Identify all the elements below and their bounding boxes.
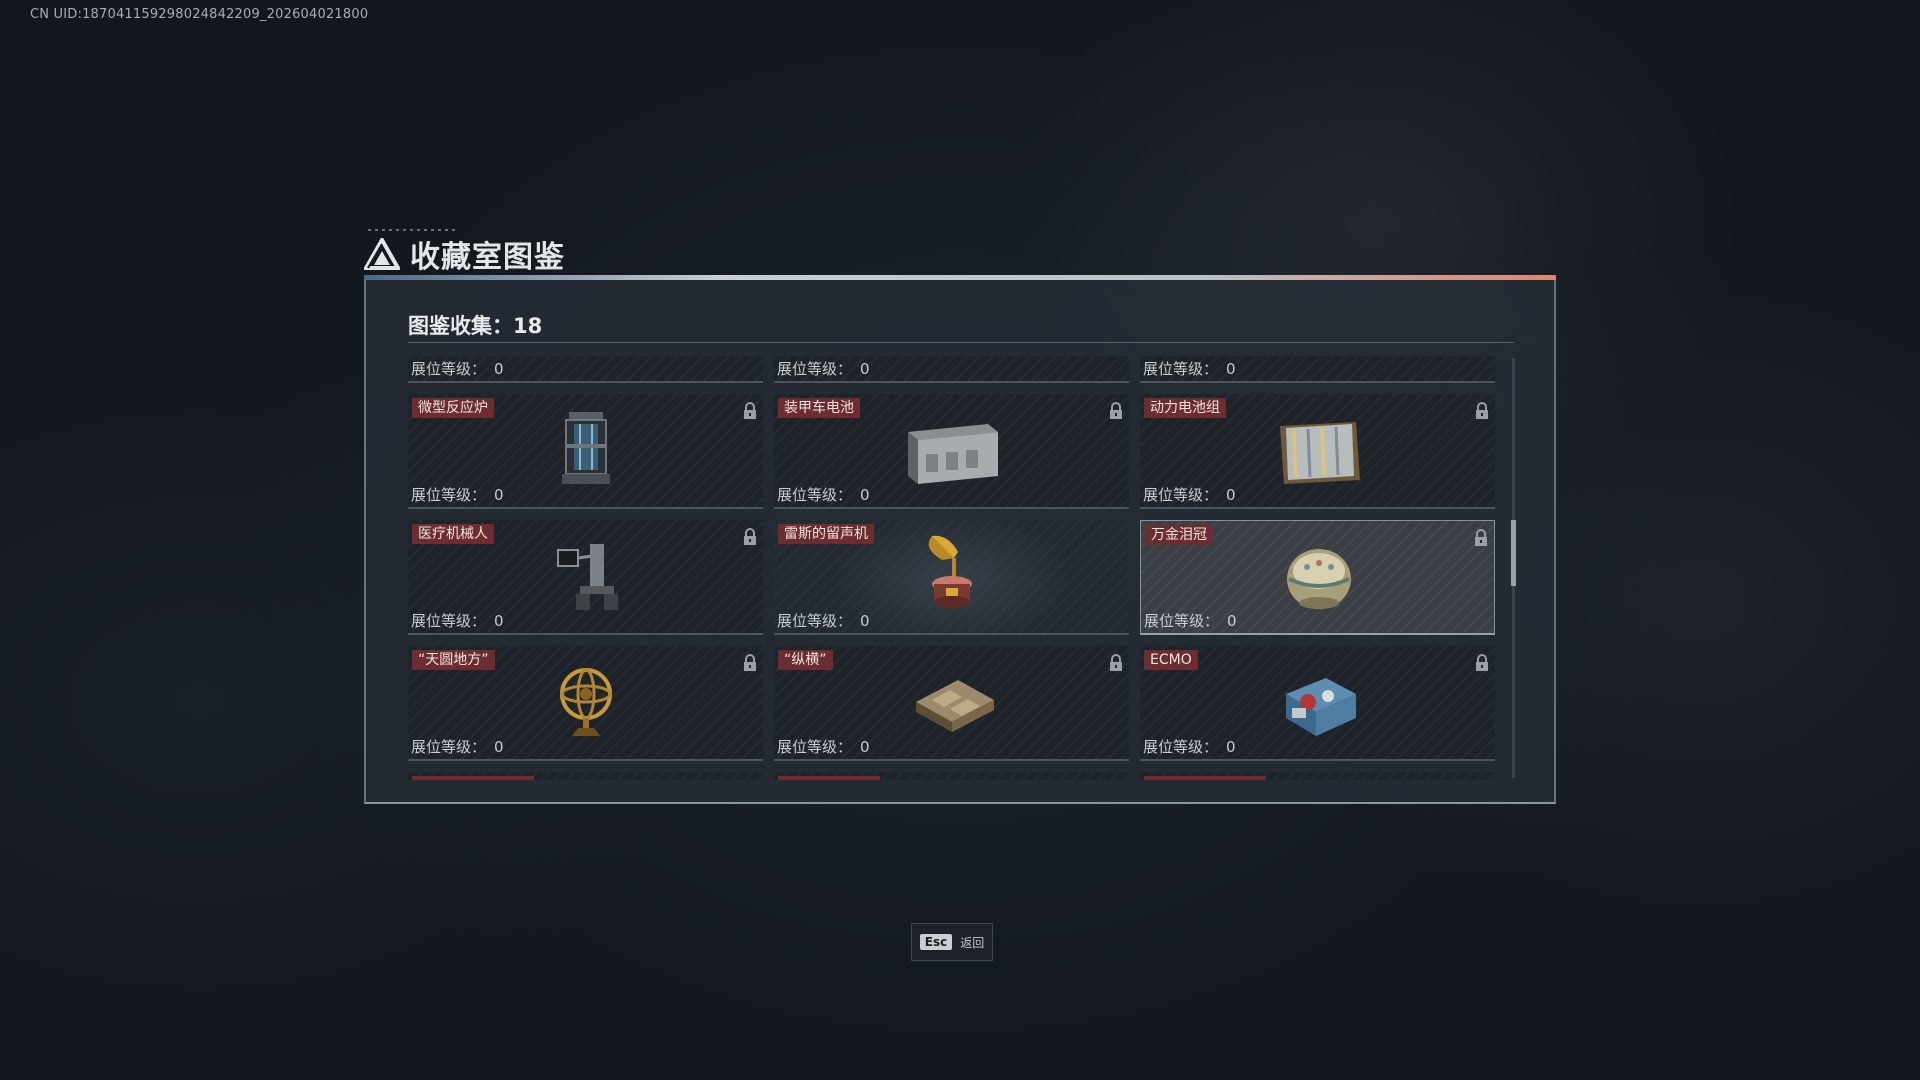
triangle-logo-icon [364, 238, 400, 270]
item-name-tag: “纵横” [778, 650, 833, 670]
booth-level: 展位等级： 0 [777, 360, 870, 378]
booth-level: 展位等级： 0 [777, 738, 870, 756]
lock-icon [1475, 529, 1487, 546]
scrollbar-thumb[interactable] [1511, 520, 1516, 586]
lock-icon [1110, 654, 1122, 671]
item-name-tag: 微型反应炉 [412, 398, 494, 418]
item-name-tag: 装甲车电池 [778, 398, 860, 418]
item-name-tag: 动力电池组 [1144, 398, 1226, 418]
collection-card-chessboard[interactable]: “纵横” 展位等级： 0 [774, 646, 1129, 761]
item-name-tag [778, 776, 880, 780]
collection-card-reactor[interactable]: 微型反应炉 展位等级： 0 [408, 394, 763, 509]
collection-card[interactable] [774, 772, 1129, 780]
item-name-tag: 医疗机械人 [412, 524, 494, 544]
collection-card-ecmo[interactable]: ECMO 展位等级： 0 [1140, 646, 1495, 761]
divider [408, 342, 1514, 343]
booth-level: 展位等级： 0 [411, 360, 504, 378]
booth-level: 展位等级： 0 [411, 486, 504, 504]
collection-card-battery[interactable]: 装甲车电池 展位等级： 0 [774, 394, 1129, 509]
booth-level: 展位等级： 0 [1143, 486, 1236, 504]
lock-icon [744, 654, 756, 671]
collection-label: 图鉴收集： [408, 314, 513, 338]
armillary-sphere-icon [560, 668, 612, 736]
item-name-tag: 万金泪冠 [1145, 525, 1213, 545]
uid-watermark: CN UID:18704115929802484​2209_2026040218… [30, 7, 369, 22]
esc-key-icon: Esc [919, 934, 953, 950]
collection-card[interactable] [408, 772, 763, 780]
collection-card[interactable]: 展位等级： 0 [408, 356, 763, 383]
item-name-tag [412, 776, 534, 780]
booth-level: 展位等级： 0 [1144, 612, 1237, 630]
battery-icon [908, 424, 998, 484]
collection-count: 图鉴收集：18 [408, 310, 542, 340]
window-title: 收藏室图鉴 [364, 232, 565, 276]
gramophone-icon [928, 535, 972, 608]
back-button[interactable]: Esc 返回 [911, 923, 993, 961]
collection-grid: 展位等级： 0 展位等级： 0 展位等级： 0 微型反应炉 展位等级： 0 装甲… [408, 356, 1495, 780]
collection-card-medical-robot[interactable]: 医疗机械人 展位等级： 0 [408, 520, 763, 635]
booth-level: 展位等级： 0 [411, 612, 504, 630]
crown-icon [1287, 549, 1351, 609]
booth-level: 展位等级： 0 [777, 486, 870, 504]
collection-card[interactable]: 展位等级： 0 [1140, 356, 1495, 383]
booth-level: 展位等级： 0 [777, 612, 870, 630]
item-name-tag: 雷斯的留声机 [778, 524, 874, 544]
collection-card-crown[interactable]: 万金泪冠 展位等级： 0 [1140, 520, 1495, 635]
collection-card-armillary[interactable]: “天圆地方” 展位等级： 0 [408, 646, 763, 761]
chessboard-icon [916, 680, 994, 732]
lock-icon [1476, 402, 1488, 419]
booth-level: 展位等级： 0 [411, 738, 504, 756]
lock-icon [1476, 654, 1488, 671]
ecmo-icon [1286, 678, 1356, 736]
lock-icon [1110, 402, 1122, 419]
medical-robot-icon [557, 544, 618, 610]
booth-level: 展位等级： 0 [1143, 738, 1236, 756]
title-decoration [368, 229, 458, 231]
collection-panel: 图鉴收集：18 展位等级： 0 展位等级： 0 展位等级： 0 微型反应炉 展位… [364, 280, 1556, 804]
page-title: 收藏室图鉴 [410, 240, 565, 275]
booth-level: 展位等级： 0 [1143, 360, 1236, 378]
collection-card-battery-pack[interactable]: 动力电池组 展位等级： 0 [1140, 394, 1495, 509]
reactor-icon [562, 412, 610, 484]
item-name-tag [1144, 776, 1266, 780]
battery-pack-icon [1280, 422, 1360, 484]
back-label: 返回 [960, 935, 985, 950]
collection-card-gramophone[interactable]: 雷斯的留声机 展位等级： 0 [774, 520, 1129, 635]
lock-icon [744, 402, 756, 419]
lock-icon [744, 528, 756, 545]
collection-card[interactable] [1140, 772, 1495, 780]
collection-value: 18 [513, 314, 543, 338]
item-name-tag: ECMO [1144, 650, 1198, 670]
collection-grid-viewport[interactable]: 展位等级： 0 展位等级： 0 展位等级： 0 微型反应炉 展位等级： 0 装甲… [408, 356, 1518, 780]
collection-card[interactable]: 展位等级： 0 [774, 356, 1129, 383]
item-name-tag: “天圆地方” [412, 650, 495, 670]
